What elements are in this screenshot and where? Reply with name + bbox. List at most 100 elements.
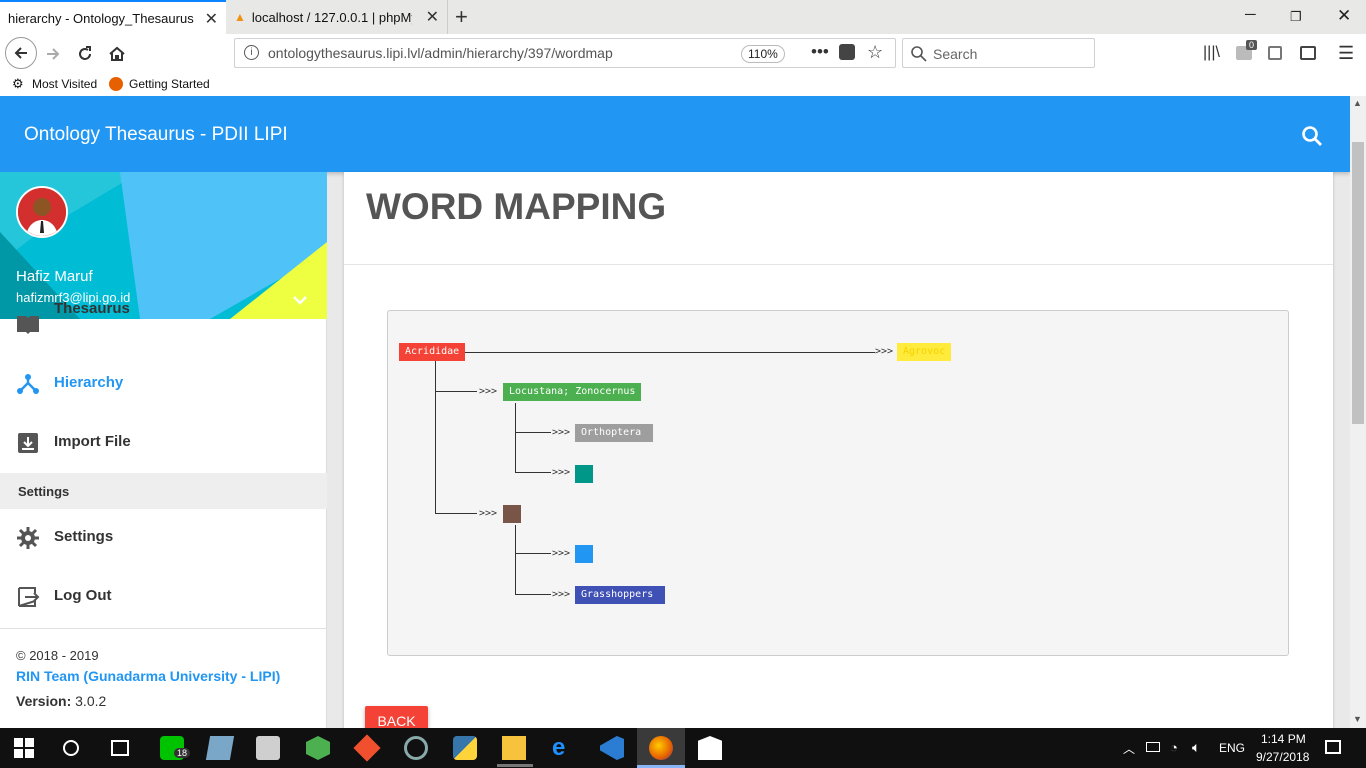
bookmarks-bar: ⚙ Most Visited Getting Started <box>0 74 1366 96</box>
close-tab-icon[interactable]: ✕ <box>426 7 439 27</box>
search-placeholder: Search <box>933 46 978 62</box>
version-number: 3.0.2 <box>75 693 107 709</box>
url-text: ontologythesaurus.lipi.lvl/admin/hierarc… <box>268 45 613 61</box>
restore-icon[interactable]: ❐ <box>1290 9 1302 25</box>
sidebar-item-label: Settings <box>54 528 114 545</box>
sidebar-item-thesaurus[interactable]: Thesaurus <box>0 296 327 355</box>
node-grandchild-empty[interactable] <box>575 545 593 563</box>
copyright-text: © 2018 - 2019 <box>16 648 99 663</box>
connector-line <box>515 525 516 595</box>
new-tab-icon[interactable]: + <box>455 4 468 30</box>
node-grandchild[interactable]: Grasshoppers <box>575 586 665 604</box>
notes-app-icon[interactable] <box>205 736 235 760</box>
file-explorer-icon[interactable] <box>502 736 526 760</box>
clock-date[interactable]: 9/27/2018 <box>1256 750 1309 764</box>
content-card: WORD MAPPING >>> >>> >>> >>> >>> >>> >>>… <box>344 172 1333 728</box>
user-name: Hafiz Maruf <box>16 268 93 285</box>
pocket-icon[interactable] <box>839 44 855 60</box>
connector-line <box>465 352 875 353</box>
avatar[interactable] <box>16 186 68 238</box>
sidebar-item-import-file[interactable]: Import File <box>0 414 327 473</box>
book-icon <box>17 316 39 334</box>
clock-time[interactable]: 1:14 PM <box>1261 732 1306 746</box>
connector-line <box>515 432 551 433</box>
close-window-icon[interactable]: ✕ <box>1337 6 1351 26</box>
firefox-icon <box>109 77 123 91</box>
close-tab-icon[interactable]: ✕ <box>205 9 218 29</box>
sidebar-item-label: Log Out <box>54 587 112 604</box>
node-root[interactable]: Acrididae <box>399 343 466 361</box>
battery-icon[interactable] <box>1146 742 1160 752</box>
screenshot-icon[interactable] <box>1268 46 1282 60</box>
sidebar-item-logout[interactable]: Log Out <box>0 568 327 627</box>
back-icon[interactable] <box>5 37 37 69</box>
node-child[interactable]: Locustana; Zonocernus <box>503 383 642 401</box>
node-external-agrovoc[interactable]: Agrovoc <box>897 343 952 361</box>
section-header-label: Settings <box>18 484 70 499</box>
mail-app-icon[interactable] <box>698 736 722 760</box>
node-grandchild-empty[interactable] <box>575 465 593 483</box>
bookmark-star-icon[interactable]: ☆ <box>867 42 883 63</box>
zoom-level[interactable]: 110% <box>741 45 785 63</box>
sidebar-toggle-icon[interactable] <box>1300 46 1316 60</box>
connector-line <box>515 472 551 473</box>
sidebar: Hafiz Maruf hafizmrf3@lipi.go.id Thesaur… <box>0 172 327 728</box>
arrow-label: >>> <box>552 467 571 478</box>
volume-icon[interactable]: 🔈︎ <box>1192 739 1200 756</box>
arrow-label: >>> <box>552 589 571 600</box>
app-title[interactable]: Ontology Thesaurus - PDII LIPI <box>24 124 288 146</box>
windows-start-icon[interactable] <box>14 738 34 758</box>
language-indicator[interactable]: ENG <box>1219 741 1245 755</box>
wifi-icon[interactable]: ◔ <box>1170 740 1178 755</box>
info-icon[interactable]: i <box>244 45 259 60</box>
minimize-icon[interactable]: ─ <box>1245 6 1256 23</box>
tab-hierarchy[interactable]: hierarchy - Ontology_Thesaurus ✕ <box>0 0 226 34</box>
phpmyadmin-icon: ▲ <box>234 10 246 24</box>
connector-line <box>435 361 436 514</box>
connector-line <box>435 513 477 514</box>
task-view-icon[interactable] <box>111 740 129 756</box>
scroll-down-icon[interactable]: ▼ <box>1353 714 1362 724</box>
scrollbar-thumb[interactable] <box>1352 142 1364 424</box>
r-app-icon[interactable] <box>404 736 428 760</box>
forward-icon[interactable] <box>40 41 66 67</box>
logout-icon <box>18 587 40 607</box>
connector-line <box>515 553 551 554</box>
menu-icon[interactable]: ☰ <box>1338 43 1354 64</box>
bookmark-getting-started[interactable]: Getting Started <box>129 77 210 91</box>
search-input[interactable]: Search <box>902 38 1095 68</box>
sidebar-item-settings[interactable]: Settings <box>0 509 327 568</box>
search-icon <box>911 46 927 62</box>
notifications-icon[interactable] <box>1325 740 1341 754</box>
app-bar: Ontology Thesaurus - PDII LIPI <box>0 96 1350 172</box>
page-actions-icon[interactable]: ••• <box>811 42 829 62</box>
node-child-empty[interactable] <box>503 505 521 523</box>
search-icon[interactable] <box>1300 124 1324 148</box>
home-icon[interactable] <box>104 41 130 67</box>
edge-icon[interactable]: e <box>552 736 576 760</box>
version-info: Version: 3.0.2 <box>16 693 106 709</box>
back-button[interactable]: BACK <box>365 706 428 728</box>
footer-divider <box>0 628 327 629</box>
database-app-icon[interactable] <box>256 736 280 760</box>
team-credit: RIN Team (Gunadarma University - LIPI) <box>16 668 281 684</box>
scroll-up-icon[interactable]: ▲ <box>1353 98 1362 108</box>
firefox-taskbar-icon[interactable] <box>649 736 673 760</box>
sidebar-item-hierarchy[interactable]: Hierarchy <box>0 355 327 414</box>
page-viewport: Ontology Thesaurus - PDII LIPI Hafiz Mar… <box>0 96 1350 728</box>
tab-phpmyadmin[interactable]: ▲ localhost / 127.0.0.1 | phpMyAc ✕ <box>226 0 448 34</box>
arrow-label: >>> <box>552 427 571 438</box>
reload-icon[interactable] <box>72 41 98 67</box>
tab-title: localhost / 127.0.0.1 | phpMyAc <box>251 9 412 25</box>
gear-icon: ⚙ <box>12 76 24 91</box>
connector-line <box>515 403 516 473</box>
node-grandchild[interactable]: Orthoptera <box>575 424 653 442</box>
url-bar[interactable]: i ontologythesaurus.lipi.lvl/admin/hiera… <box>234 38 896 68</box>
hierarchy-icon <box>17 374 39 394</box>
bookmark-most-visited[interactable]: Most Visited <box>32 77 97 91</box>
connector-line <box>435 391 477 392</box>
python-app-icon[interactable] <box>453 736 477 760</box>
cortana-icon[interactable] <box>63 740 79 756</box>
tray-chevron-icon[interactable]: ︿ <box>1123 740 1135 757</box>
library-icon[interactable]: |||\ <box>1203 44 1220 62</box>
